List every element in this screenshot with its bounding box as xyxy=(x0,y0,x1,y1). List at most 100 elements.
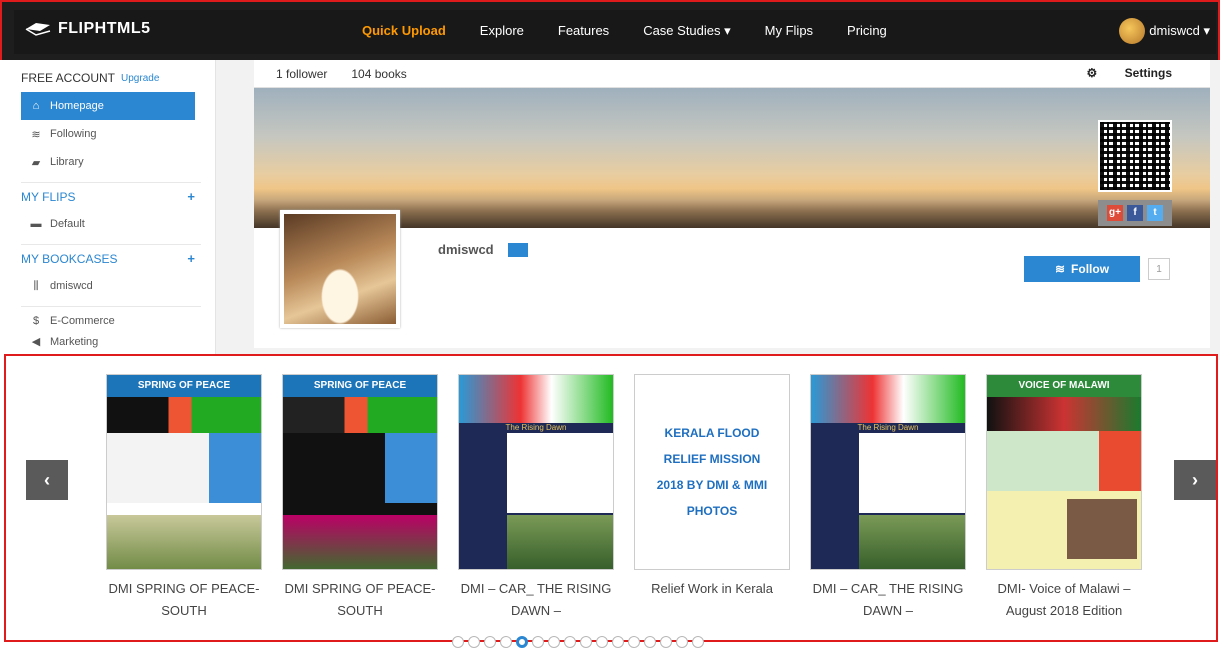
sidebar-item-library[interactable]: ▰ Library xyxy=(12,148,215,176)
settings-button[interactable]: ⚙ Settings xyxy=(1087,66,1196,80)
user-menu[interactable]: dmiswcd ▾ xyxy=(1119,18,1210,44)
sidebar-item-label: E-Commerce xyxy=(50,314,115,327)
top-navbar: FLIPHTML5 Quick Upload Explore Features … xyxy=(0,0,1220,60)
nav-case-studies[interactable]: Case Studies ▾ xyxy=(643,23,730,39)
carousel-dot[interactable] xyxy=(532,636,544,648)
book-cover[interactable]: VOICE OF MALAWI xyxy=(986,374,1142,570)
profile-name: dmiswcd xyxy=(438,242,528,257)
nav-pricing[interactable]: Pricing xyxy=(847,23,887,39)
profile-banner xyxy=(254,88,1210,228)
follower-count[interactable]: 1 follower xyxy=(276,67,327,81)
carousel-dot[interactable] xyxy=(692,636,704,648)
rss-icon: ≋ xyxy=(31,128,41,141)
carousel-dot[interactable] xyxy=(564,636,576,648)
sidebar-item-label: Homepage xyxy=(50,100,104,112)
bookcase-icon: ⫼ xyxy=(33,279,39,292)
sidebar-item-marketing[interactable]: ◀ Marketing xyxy=(12,334,215,348)
follow-button[interactable]: ≋ Follow xyxy=(1024,256,1140,282)
add-bookcase-icon[interactable]: + xyxy=(187,251,195,266)
left-sidebar: FREE ACCOUNT Upgrade ⌂ Homepage ≋ Follow… xyxy=(12,60,216,360)
cover-title: KERALA FLOOD RELIEF MISSION 2018 BY DMI … xyxy=(656,426,768,518)
book-item[interactable]: VOICE OF MALAWI DMI- Voice of Malawi – A… xyxy=(986,374,1142,622)
carousel-dot[interactable] xyxy=(628,636,640,648)
nav-my-flips[interactable]: My Flips xyxy=(765,23,813,39)
rss-icon: ≋ xyxy=(1054,262,1066,276)
gear-icon: ⚙ xyxy=(1086,66,1098,80)
book-icon: ▰ xyxy=(31,156,41,169)
main-nav: Quick Upload Explore Features Case Studi… xyxy=(362,23,921,39)
fliphtml5-logo[interactable]: FLIPHTML5 xyxy=(24,20,151,38)
book-carousel: ‹ › SPRING OF PEACE DMI SPRING OF PEACE-… xyxy=(4,354,1218,648)
carousel-dot[interactable] xyxy=(516,636,528,648)
sidebar-item-following[interactable]: ≋ Following xyxy=(12,120,215,148)
carousel-dot[interactable] xyxy=(452,636,464,648)
carousel-dot[interactable] xyxy=(596,636,608,648)
carousel-dot[interactable] xyxy=(468,636,480,648)
upgrade-link[interactable]: Upgrade xyxy=(121,73,159,84)
chevron-right-icon[interactable]: › xyxy=(1174,460,1216,500)
chevron-left-icon[interactable]: ‹ xyxy=(26,460,68,500)
facebook-icon[interactable]: f xyxy=(1127,205,1143,221)
carousel-dot[interactable] xyxy=(500,636,512,648)
book-title[interactable]: DMI SPRING OF PEACE- SOUTH xyxy=(282,578,438,622)
my-flips-label: MY FLIPS xyxy=(21,189,76,204)
sidebar-item-homepage[interactable]: ⌂ Homepage xyxy=(21,92,195,120)
mail-icon[interactable] xyxy=(507,242,528,257)
nav-explore[interactable]: Explore xyxy=(480,23,524,39)
sidebar-item-default[interactable]: ▬ Default xyxy=(12,210,215,238)
book-item[interactable]: SPRING OF PEACE DMI SPRING OF PEACE- SOU… xyxy=(282,374,438,622)
cover-title: The Rising Dawn xyxy=(857,423,919,432)
carousel-dot[interactable] xyxy=(484,636,496,648)
book-cover[interactable]: SPRING OF PEACE xyxy=(282,374,438,570)
book-title[interactable]: Relief Work in Kerala xyxy=(634,578,790,600)
profile-stats-bar: 1 follower 104 books ⚙ Settings xyxy=(254,60,1210,88)
my-bookcases-label: MY BOOKCASES xyxy=(21,251,118,266)
google-plus-icon[interactable]: g+ xyxy=(1107,205,1123,221)
book-cover[interactable]: KERALA FLOOD RELIEF MISSION 2018 BY DMI … xyxy=(634,374,790,570)
account-label: FREE ACCOUNT xyxy=(21,71,116,85)
follow-count-badge: 1 xyxy=(1148,258,1170,280)
home-icon: ⌂ xyxy=(32,100,40,112)
nav-features[interactable]: Features xyxy=(558,23,609,39)
book-item[interactable]: The Rising Dawn DMI – CAR_ THE RISING DA… xyxy=(458,374,614,622)
carousel-dot[interactable] xyxy=(676,636,688,648)
book-cover[interactable]: The Rising Dawn xyxy=(458,374,614,570)
book-cover[interactable]: SPRING OF PEACE xyxy=(106,374,262,570)
my-flips-header: MY FLIPS + xyxy=(21,182,201,210)
sidebar-item-label: Following xyxy=(50,128,97,140)
book-item[interactable]: SPRING OF PEACE DMI SPRING OF PEACE- SOU… xyxy=(106,374,262,622)
share-bar: g+ f t xyxy=(1098,200,1172,226)
carousel-dot[interactable] xyxy=(548,636,560,648)
follow-label: Follow xyxy=(1071,262,1110,276)
cover-title: The Rising Dawn xyxy=(505,423,567,432)
qr-code-icon[interactable] xyxy=(1098,120,1172,192)
account-header: FREE ACCOUNT Upgrade xyxy=(12,64,215,92)
book-item[interactable]: KERALA FLOOD RELIEF MISSION 2018 BY DMI … xyxy=(634,374,790,600)
cover-title: SPRING OF PEACE xyxy=(283,375,437,397)
sidebar-item-label: Marketing xyxy=(50,336,99,348)
avatar xyxy=(1119,18,1146,44)
carousel-dot[interactable] xyxy=(612,636,624,648)
book-count[interactable]: 104 books xyxy=(351,67,406,81)
twitter-icon[interactable]: t xyxy=(1147,205,1163,221)
book-title[interactable]: DMI SPRING OF PEACE- SOUTH xyxy=(106,578,262,622)
add-flip-icon[interactable]: + xyxy=(187,189,195,204)
username: dmiswcd ▾ xyxy=(1149,23,1210,38)
carousel-dot[interactable] xyxy=(580,636,592,648)
nav-quick-upload[interactable]: Quick Upload xyxy=(362,23,446,39)
logo-icon xyxy=(25,23,51,36)
sidebar-item-ecommerce[interactable]: $ E-Commerce xyxy=(21,306,201,334)
carousel-dot[interactable] xyxy=(660,636,672,648)
book-title[interactable]: DMI – CAR_ THE RISING DAWN – xyxy=(810,578,966,622)
book-item[interactable]: The Rising Dawn DMI – CAR_ THE RISING DA… xyxy=(810,374,966,622)
dollar-icon: $ xyxy=(32,314,40,327)
my-bookcases-header: MY BOOKCASES + xyxy=(21,244,201,272)
profile-avatar-image xyxy=(280,210,400,328)
carousel-pagination xyxy=(452,636,704,648)
sidebar-item-bookcase[interactable]: ⫼ dmiswcd xyxy=(12,272,215,300)
cover-title: SPRING OF PEACE xyxy=(107,375,261,397)
book-title[interactable]: DMI- Voice of Malawi – August 2018 Editi… xyxy=(986,578,1142,622)
carousel-dot[interactable] xyxy=(644,636,656,648)
book-cover[interactable]: The Rising Dawn xyxy=(810,374,966,570)
book-title[interactable]: DMI – CAR_ THE RISING DAWN – xyxy=(458,578,614,622)
